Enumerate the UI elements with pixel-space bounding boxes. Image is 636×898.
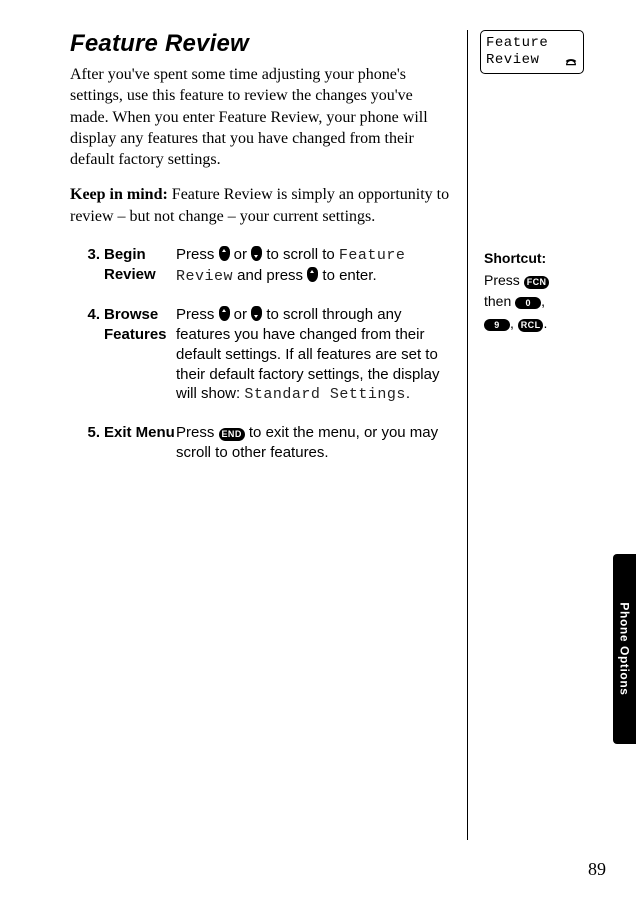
text: or xyxy=(230,306,252,323)
step-4-row: 4. Browse Features Press or to scroll th… xyxy=(70,305,467,406)
text: and press xyxy=(233,267,307,284)
step-3-body: Press or to scroll to Feature Review and… xyxy=(176,245,467,287)
shortcut-line-2: then 0, xyxy=(484,291,594,313)
section-side-tab: Phone Options xyxy=(613,554,636,744)
up-arrow-key-icon xyxy=(307,267,318,282)
step-4-body: Press or to scroll through any features … xyxy=(176,305,467,406)
section-side-tab-label: Phone Options xyxy=(618,602,632,695)
step-4-label: Browse Features xyxy=(104,305,176,345)
end-key-icon: END xyxy=(219,428,245,441)
step-5-body: Press END to exit the menu, or you may s… xyxy=(176,423,467,463)
lcd-line-1: Feature xyxy=(486,35,578,52)
step-3-number: 3. xyxy=(70,245,104,265)
step-5-number: 5. xyxy=(70,423,104,443)
down-arrow-key-icon xyxy=(251,246,262,261)
text: to enter. xyxy=(318,267,376,284)
text: then xyxy=(484,293,515,309)
lcd-line-2: Review xyxy=(486,52,539,69)
nine-key-icon: 9 xyxy=(484,319,510,331)
step-5-row: 5. Exit Menu Press END to exit the menu,… xyxy=(70,423,467,463)
down-arrow-key-icon xyxy=(251,306,262,321)
up-arrow-key-icon xyxy=(219,306,230,321)
text: Press xyxy=(176,306,219,323)
page-number: 89 xyxy=(588,859,606,880)
shortcut-line-3: 9, RCL. xyxy=(484,313,594,335)
text: . xyxy=(543,315,547,331)
text: , xyxy=(541,293,545,309)
step-4-number: 4. xyxy=(70,305,104,325)
shortcut-block: Shortcut: Press FCN then 0, 9, RCL. xyxy=(484,248,594,335)
step-3-row: 3. Begin Review Press or to scroll to Fe… xyxy=(70,245,467,287)
text: Press xyxy=(176,246,219,263)
shortcut-title: Shortcut: xyxy=(484,248,594,270)
step-3-label: Begin Review xyxy=(104,245,176,285)
up-arrow-key-icon xyxy=(219,246,230,261)
zero-key-icon: 0 xyxy=(515,297,541,309)
text: to scroll to xyxy=(262,246,339,263)
lcd-display-box: Feature Review xyxy=(480,30,584,74)
text: . xyxy=(406,385,410,402)
page-title: Feature Review xyxy=(70,30,467,58)
phone-in-use-icon xyxy=(564,55,578,69)
text: or xyxy=(230,246,252,263)
rcl-key-icon: RCL xyxy=(518,319,544,332)
step-5-label: Exit Menu xyxy=(104,423,176,443)
keep-in-mind-paragraph: Keep in mind: Feature Review is simply a… xyxy=(70,184,455,227)
shortcut-line-1: Press FCN xyxy=(484,270,594,292)
keep-in-mind-lead: Keep in mind: xyxy=(70,186,168,203)
lcd-text: Standard Settings xyxy=(244,386,406,403)
fcn-key-icon: FCN xyxy=(524,276,550,289)
text: Press xyxy=(176,424,219,441)
text: , xyxy=(510,315,518,331)
text: Press xyxy=(484,272,524,288)
intro-paragraph: After you've spent some time adjusting y… xyxy=(70,64,455,170)
